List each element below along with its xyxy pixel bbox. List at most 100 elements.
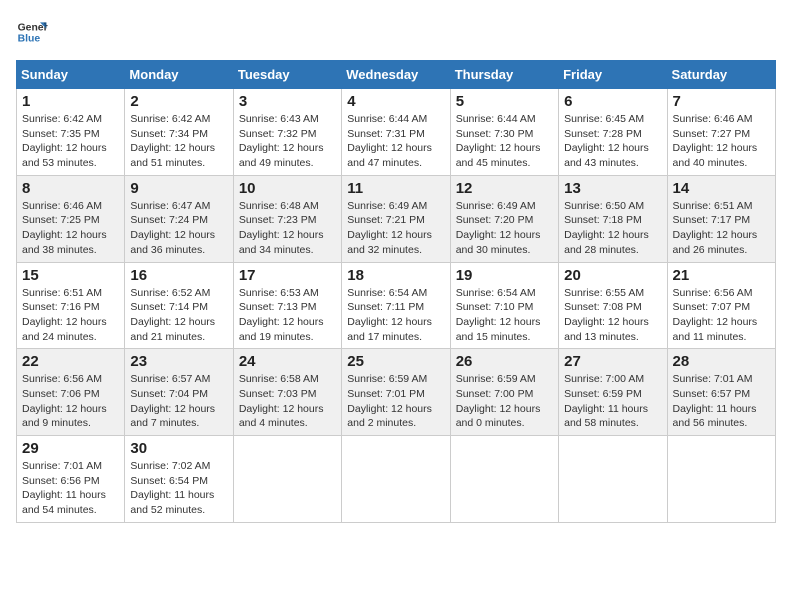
day-info: Sunrise: 6:59 AMSunset: 7:00 PMDaylight:…	[456, 372, 553, 431]
day-info: Sunrise: 6:54 AMSunset: 7:11 PMDaylight:…	[347, 286, 444, 345]
day-number: 21	[673, 267, 770, 284]
day-number: 19	[456, 267, 553, 284]
calendar-week-row-4: 22 Sunrise: 6:56 AMSunset: 7:06 PMDayligh…	[17, 349, 776, 436]
weekday-header-tuesday: Tuesday	[233, 61, 341, 89]
day-info: Sunrise: 6:51 AMSunset: 7:16 PMDaylight:…	[22, 286, 119, 345]
calendar-cell-4-4: 25Sunrise: 6:59 AMSunset: 7:01 PMDayligh…	[342, 349, 450, 436]
calendar-cell-5-5	[450, 436, 558, 523]
calendar-cell-3-5: 19 Sunrise: 6:54 AMSunset: 7:10 PMDayligh…	[450, 262, 558, 349]
day-info: Sunrise: 6:52 AMSunset: 7:14 PMDaylight:…	[130, 286, 227, 345]
weekday-header-row: SundayMondayTuesdayWednesdayThursdayFrid…	[17, 61, 776, 89]
day-number: 30	[130, 440, 227, 457]
day-number: 11	[347, 180, 444, 197]
day-number: 2	[130, 93, 227, 110]
weekday-header-saturday: Saturday	[667, 61, 775, 89]
day-info: Sunrise: 6:44 AMSunset: 7:30 PMDaylight:…	[456, 112, 553, 171]
svg-text:Blue: Blue	[18, 34, 41, 45]
weekday-header-sunday: Sunday	[17, 61, 125, 89]
calendar-cell-1-3: 3 Sunrise: 6:43 AMSunset: 7:32 PMDaylight…	[233, 89, 341, 176]
calendar-table: SundayMondayTuesdayWednesdayThursdayFrid…	[16, 60, 776, 523]
calendar-cell-5-1: 29Sunrise: 7:01 AMSunset: 6:56 PMDayligh…	[17, 436, 125, 523]
day-number: 15	[22, 267, 119, 284]
day-number: 9	[130, 180, 227, 197]
weekday-header-monday: Monday	[125, 61, 233, 89]
day-number: 13	[564, 180, 661, 197]
day-number: 14	[673, 180, 770, 197]
calendar-cell-3-2: 16 Sunrise: 6:52 AMSunset: 7:14 PMDayligh…	[125, 262, 233, 349]
day-info: Sunrise: 6:55 AMSunset: 7:08 PMDaylight:…	[564, 286, 661, 345]
day-number: 3	[239, 93, 336, 110]
day-number: 5	[456, 93, 553, 110]
day-info: Sunrise: 6:51 AMSunset: 7:17 PMDaylight:…	[673, 199, 770, 258]
day-info: Sunrise: 6:57 AMSunset: 7:04 PMDaylight:…	[130, 372, 227, 431]
day-info: Sunrise: 6:47 AMSunset: 7:24 PMDaylight:…	[130, 199, 227, 258]
day-info: Sunrise: 6:48 AMSunset: 7:23 PMDaylight:…	[239, 199, 336, 258]
day-info: Sunrise: 6:46 AMSunset: 7:27 PMDaylight:…	[673, 112, 770, 171]
day-number: 16	[130, 267, 227, 284]
day-info: Sunrise: 6:56 AMSunset: 7:06 PMDaylight:…	[22, 372, 119, 431]
calendar-cell-2-1: 8Sunrise: 6:46 AMSunset: 7:25 PMDaylight…	[17, 175, 125, 262]
day-number: 23	[130, 353, 227, 370]
calendar-week-row-1: 1Sunrise: 6:42 AMSunset: 7:35 PMDaylight…	[17, 89, 776, 176]
day-number: 20	[564, 267, 661, 284]
day-info: Sunrise: 6:54 AMSunset: 7:10 PMDaylight:…	[456, 286, 553, 345]
day-number: 17	[239, 267, 336, 284]
day-number: 1	[22, 93, 119, 110]
calendar-cell-1-5: 5 Sunrise: 6:44 AMSunset: 7:30 PMDaylight…	[450, 89, 558, 176]
logo: General Blue	[16, 16, 52, 48]
calendar-cell-2-4: 11 Sunrise: 6:49 AMSunset: 7:21 PMDayligh…	[342, 175, 450, 262]
calendar-cell-2-7: 14 Sunrise: 6:51 AMSunset: 7:17 PMDayligh…	[667, 175, 775, 262]
calendar-cell-4-2: 23 Sunrise: 6:57 AMSunset: 7:04 PMDayligh…	[125, 349, 233, 436]
calendar-cell-1-2: 2 Sunrise: 6:42 AMSunset: 7:34 PMDaylight…	[125, 89, 233, 176]
day-number: 10	[239, 180, 336, 197]
calendar-cell-3-6: 20 Sunrise: 6:55 AMSunset: 7:08 PMDayligh…	[559, 262, 667, 349]
day-info: Sunrise: 6:59 AMSunset: 7:01 PMDaylight:…	[347, 372, 444, 431]
calendar-cell-2-3: 10 Sunrise: 6:48 AMSunset: 7:23 PMDayligh…	[233, 175, 341, 262]
day-number: 27	[564, 353, 661, 370]
calendar-week-row-5: 29Sunrise: 7:01 AMSunset: 6:56 PMDayligh…	[17, 436, 776, 523]
day-info: Sunrise: 7:01 AMSunset: 6:56 PMDaylight:…	[22, 459, 119, 518]
calendar-week-row-3: 15 Sunrise: 6:51 AMSunset: 7:16 PMDayligh…	[17, 262, 776, 349]
calendar-cell-1-4: 4 Sunrise: 6:44 AMSunset: 7:31 PMDaylight…	[342, 89, 450, 176]
day-info: Sunrise: 6:58 AMSunset: 7:03 PMDaylight:…	[239, 372, 336, 431]
day-info: Sunrise: 6:44 AMSunset: 7:31 PMDaylight:…	[347, 112, 444, 171]
day-info: Sunrise: 6:49 AMSunset: 7:20 PMDaylight:…	[456, 199, 553, 258]
day-number: 22	[22, 353, 119, 370]
day-info: Sunrise: 6:49 AMSunset: 7:21 PMDaylight:…	[347, 199, 444, 258]
calendar-cell-5-3	[233, 436, 341, 523]
day-number: 26	[456, 353, 553, 370]
logo-icon: General Blue	[16, 16, 48, 48]
day-info: Sunrise: 6:42 AMSunset: 7:34 PMDaylight:…	[130, 112, 227, 171]
day-number: 7	[673, 93, 770, 110]
calendar-cell-4-3: 24 Sunrise: 6:58 AMSunset: 7:03 PMDayligh…	[233, 349, 341, 436]
calendar-cell-2-5: 12 Sunrise: 6:49 AMSunset: 7:20 PMDayligh…	[450, 175, 558, 262]
day-info: Sunrise: 6:43 AMSunset: 7:32 PMDaylight:…	[239, 112, 336, 171]
calendar-cell-2-2: 9 Sunrise: 6:47 AMSunset: 7:24 PMDaylight…	[125, 175, 233, 262]
day-number: 12	[456, 180, 553, 197]
calendar-cell-5-7	[667, 436, 775, 523]
weekday-header-thursday: Thursday	[450, 61, 558, 89]
calendar-cell-2-6: 13Sunrise: 6:50 AMSunset: 7:18 PMDayligh…	[559, 175, 667, 262]
day-info: Sunrise: 6:45 AMSunset: 7:28 PMDaylight:…	[564, 112, 661, 171]
calendar-cell-3-4: 18 Sunrise: 6:54 AMSunset: 7:11 PMDayligh…	[342, 262, 450, 349]
calendar-cell-3-7: 21Sunrise: 6:56 AMSunset: 7:07 PMDayligh…	[667, 262, 775, 349]
calendar-cell-4-5: 26 Sunrise: 6:59 AMSunset: 7:00 PMDayligh…	[450, 349, 558, 436]
calendar-cell-4-6: 27 Sunrise: 7:00 AMSunset: 6:59 PMDayligh…	[559, 349, 667, 436]
calendar-cell-3-1: 15 Sunrise: 6:51 AMSunset: 7:16 PMDayligh…	[17, 262, 125, 349]
day-number: 4	[347, 93, 444, 110]
calendar-cell-1-1: 1Sunrise: 6:42 AMSunset: 7:35 PMDaylight…	[17, 89, 125, 176]
calendar-cell-5-4	[342, 436, 450, 523]
day-info: Sunrise: 7:02 AMSunset: 6:54 PMDaylight:…	[130, 459, 227, 518]
day-number: 24	[239, 353, 336, 370]
calendar-cell-1-7: 7 Sunrise: 6:46 AMSunset: 7:27 PMDaylight…	[667, 89, 775, 176]
day-number: 28	[673, 353, 770, 370]
calendar-cell-4-7: 28Sunrise: 7:01 AMSunset: 6:57 PMDayligh…	[667, 349, 775, 436]
day-info: Sunrise: 6:53 AMSunset: 7:13 PMDaylight:…	[239, 286, 336, 345]
day-info: Sunrise: 7:00 AMSunset: 6:59 PMDaylight:…	[564, 372, 661, 431]
page-header: General Blue	[16, 16, 776, 48]
calendar-cell-1-6: 6Sunrise: 6:45 AMSunset: 7:28 PMDaylight…	[559, 89, 667, 176]
day-number: 18	[347, 267, 444, 284]
calendar-cell-4-1: 22 Sunrise: 6:56 AMSunset: 7:06 PMDayligh…	[17, 349, 125, 436]
calendar-cell-5-6	[559, 436, 667, 523]
weekday-header-wednesday: Wednesday	[342, 61, 450, 89]
